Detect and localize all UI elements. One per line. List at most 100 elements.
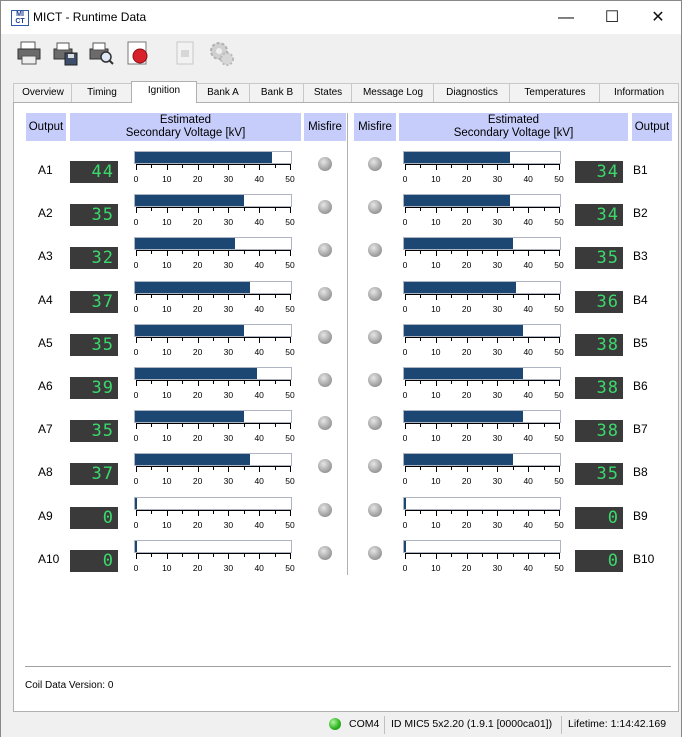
scale-label: 50 — [554, 390, 564, 400]
scale-tick — [420, 336, 422, 341]
scale-label: 30 — [223, 217, 234, 228]
misfire-indicator-icon — [318, 329, 332, 344]
scale-tick — [166, 293, 168, 300]
scale-tick — [274, 466, 276, 471]
scale-tick — [151, 250, 153, 255]
save-icon[interactable] — [51, 39, 79, 67]
scale-tick — [136, 293, 137, 300]
scale-label: 20 — [461, 260, 472, 271]
maximize-button[interactable]: ☐ — [589, 1, 635, 34]
tab-diagnostics[interactable]: Diagnostics — [433, 83, 511, 102]
scale-label: 10 — [431, 433, 441, 444]
scale-tick — [482, 164, 483, 168]
voltage-bar-fill — [135, 152, 273, 163]
scale-tick — [259, 509, 261, 516]
settings-icon[interactable] — [207, 39, 235, 67]
scale-label: 20 — [461, 562, 472, 573]
scale-tick — [151, 380, 153, 384]
scale-tick — [274, 423, 276, 428]
scale-tick — [405, 207, 406, 214]
scale-tick — [136, 380, 137, 386]
voltage-bar-b — [403, 323, 561, 337]
voltage-bar-b — [403, 194, 561, 208]
voltage-display-a: 37 — [70, 463, 118, 486]
voltage-bar-fill — [135, 454, 251, 466]
title-bar[interactable]: MI CT MICT - Runtime Data — ☐ ✕ — [1, 1, 681, 34]
scale-tick — [559, 207, 560, 214]
search-print-icon[interactable] — [87, 39, 115, 67]
scale-tick — [420, 293, 422, 298]
scale-label: 30 — [492, 433, 503, 444]
scale-tick — [451, 380, 453, 384]
scale-label: 50 — [554, 174, 564, 184]
scale-tick — [420, 250, 422, 255]
scale-label: 0 — [402, 260, 408, 271]
scale-label: 20 — [192, 346, 203, 357]
close-button[interactable]: ✕ — [635, 1, 681, 34]
scale-label: 40 — [254, 260, 264, 271]
record-icon[interactable] — [123, 39, 151, 67]
scale-tick — [136, 552, 137, 559]
scale-tick — [274, 164, 276, 168]
scale-tick — [213, 380, 214, 384]
scale-label: 30 — [492, 390, 503, 400]
scale-tick — [420, 380, 422, 384]
tab-bank-b[interactable]: Bank B — [249, 83, 305, 102]
scale-tick — [243, 509, 245, 514]
stop-icon[interactable] — [171, 39, 199, 67]
scale-tick — [228, 423, 230, 430]
tab-overview[interactable]: Overview — [13, 83, 73, 102]
scale-tick — [466, 207, 468, 214]
tab-ignition[interactable]: Ignition — [131, 81, 197, 103]
misfire-indicator-icon — [368, 502, 382, 517]
scale-tick — [435, 380, 437, 386]
scale-tick — [497, 336, 499, 343]
scale-tick — [166, 250, 168, 257]
scale-label: 20 — [461, 217, 472, 228]
voltage-b-scale: 0 10 20 30 40 50 — [403, 164, 564, 184]
voltage-display-a: 37 — [70, 290, 118, 313]
status-separator — [561, 716, 562, 734]
scale-label: 50 — [285, 346, 295, 357]
scale-tick — [290, 250, 291, 257]
scale-label: 30 — [492, 174, 503, 184]
scale-tick — [559, 293, 560, 300]
tab-message-log[interactable]: Message Log — [351, 83, 435, 102]
output-label-b: B1 — [633, 163, 648, 177]
tab-states[interactable]: States — [303, 83, 353, 102]
scale-label: 50 — [285, 217, 295, 228]
voltage-bar-b — [403, 539, 561, 553]
scale-tick — [405, 336, 406, 343]
voltage-display-a: 35 — [70, 420, 118, 443]
voltage-bar-fill — [404, 497, 406, 509]
scale-tick — [166, 552, 168, 559]
tab-timing[interactable]: Timing — [71, 83, 133, 102]
scale-tick — [213, 250, 214, 255]
scale-label: 20 — [461, 519, 472, 530]
scale-label: 40 — [254, 390, 264, 400]
output-label-b: B3 — [633, 249, 648, 264]
scale-tick — [243, 207, 245, 212]
voltage-bar-fill — [404, 152, 511, 163]
minimize-button[interactable]: — — [543, 1, 589, 34]
scale-tick — [243, 380, 245, 384]
misfire-header-right: Misfire — [354, 113, 396, 141]
scale-tick — [405, 423, 406, 430]
scale-tick — [528, 250, 530, 257]
scale-tick — [405, 552, 406, 559]
connection-status-icon — [329, 718, 341, 730]
scale-label: 10 — [162, 174, 172, 184]
print-icon[interactable] — [15, 39, 43, 67]
scale-tick — [497, 293, 499, 300]
tab-information[interactable]: Information — [599, 83, 679, 102]
scale-tick — [528, 466, 530, 473]
scale-tick — [466, 164, 468, 170]
voltage-bar-b — [403, 237, 561, 251]
scale-tick — [451, 552, 453, 557]
scale-tick — [290, 336, 291, 343]
tab-bank-a[interactable]: Bank A — [195, 83, 251, 102]
tab-temperatures[interactable]: Temperatures — [509, 83, 601, 102]
voltage-bar-b — [403, 367, 561, 380]
scale-label: 30 — [223, 433, 234, 444]
misfire-indicator-icon — [368, 459, 382, 474]
